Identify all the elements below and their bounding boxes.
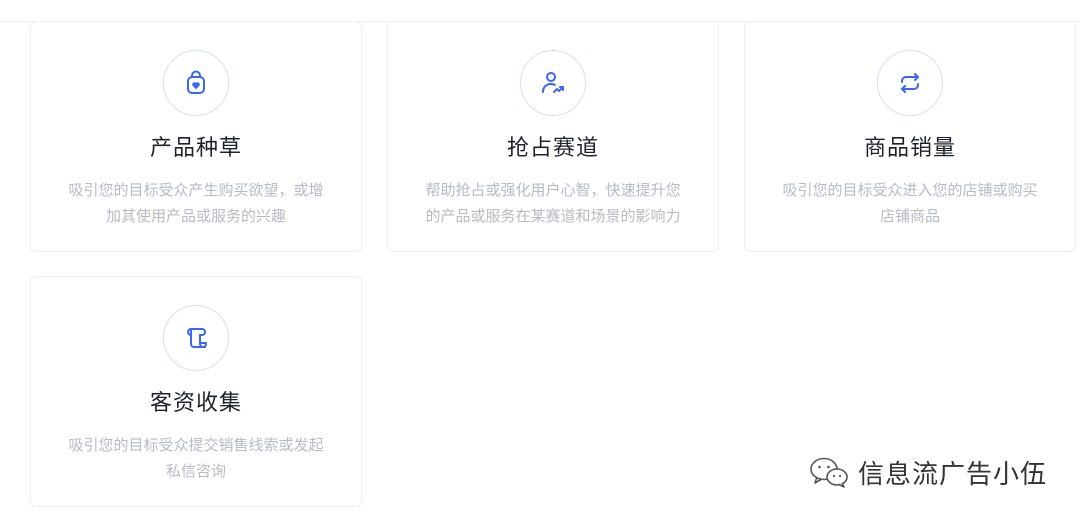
wechat-logo-icon: [810, 457, 848, 488]
card-description-line: 吸引您的目标受众进入您的店铺或购买: [782, 181, 1038, 199]
card-description: 吸引您的目标受众提交销售线索或发起 私信咨询: [53, 432, 339, 484]
card-title: 商品销量: [863, 136, 956, 161]
top-panel-edge: [0, 0, 1080, 22]
card-description: 吸引您的目标受众进入您的店铺或购买 店铺商品: [767, 177, 1053, 229]
goal-card-product-seeding[interactable]: 产品种草 吸引您的目标受众产生购买欲望，或增 加其使用产品或服务的兴趣: [30, 21, 362, 252]
page: 产品种草 吸引您的目标受众产生购买欲望，或增 加其使用产品或服务的兴趣 抢占赛道…: [0, 0, 1080, 520]
shopping-bag-heart-icon: [187, 70, 205, 94]
card-title: 客资收集: [149, 391, 242, 416]
card-description-line: 加其使用产品或服务的兴趣: [105, 207, 286, 225]
card-description: 吸引您的目标受众产生购买欲望，或增 加其使用产品或服务的兴趣: [53, 177, 339, 229]
user-trend-icon: [542, 72, 564, 93]
goal-card-lead-collection[interactable]: 客资收集 吸引您的目标受众提交销售线索或发起 私信咨询: [30, 276, 362, 507]
card-description-line: 的产品或服务在某赛道和场景的影响力: [425, 207, 681, 225]
card-title: 产品种草: [149, 136, 242, 161]
goal-card-seize-track[interactable]: 抢占赛道 帮助抢占或强化用户心智，快速提升您 的产品或服务在某赛道和场景的影响力: [387, 21, 719, 252]
card-description-line: 店铺商品: [879, 207, 940, 225]
card-description-line: 吸引您的目标受众产生购买欲望，或增: [68, 181, 324, 199]
card-icon-circle: [163, 50, 229, 116]
watermark: 信息流广告小伍: [808, 452, 1047, 492]
card-title: 抢占赛道: [506, 136, 599, 161]
scroll-icon: [187, 328, 207, 348]
card-icon-circle: [163, 305, 229, 371]
card-description: 帮助抢占或强化用户心智，快速提升您 的产品或服务在某赛道和场景的影响力: [410, 177, 696, 229]
card-icon-circle: [877, 50, 943, 116]
card-description-line: 吸引您的目标受众提交销售线索或发起: [68, 436, 324, 454]
watermark-text: 信息流广告小伍: [858, 459, 1048, 490]
goal-card-product-sales[interactable]: 商品销量 吸引您的目标受众进入您的店铺或购买 店铺商品: [744, 21, 1076, 252]
refresh-cycle-icon: [901, 73, 919, 93]
card-icon-circle: [520, 50, 586, 116]
card-description-line: 私信咨询: [165, 462, 226, 480]
card-description-line: 帮助抢占或强化用户心智，快速提升您: [425, 181, 681, 199]
